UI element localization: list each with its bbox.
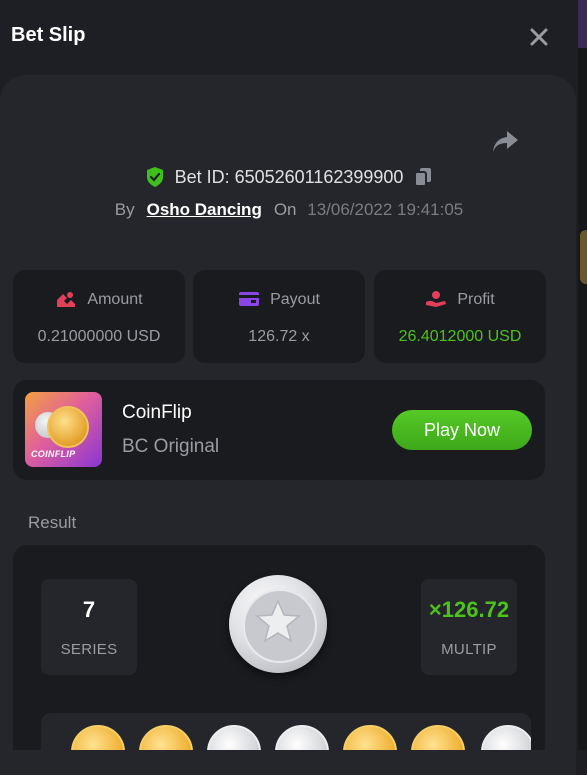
play-now-button[interactable]: Play Now — [392, 410, 532, 450]
profit-value: 26.4012000 USD — [398, 328, 522, 345]
series-coin — [481, 725, 531, 750]
user-link[interactable]: Osho Dancing — [147, 200, 262, 219]
background-page-edge — [578, 0, 587, 750]
coin-series-strip — [41, 713, 531, 750]
series-box: 7 SERIES — [41, 579, 137, 675]
payout-card: Payout 126.72 x — [193, 270, 365, 363]
verified-shield-icon — [146, 167, 163, 187]
game-thumbnail[interactable]: COINFLIP — [25, 392, 102, 467]
series-coin — [139, 725, 193, 750]
multiplier-label: MULTIP — [441, 641, 497, 658]
close-button[interactable] — [524, 22, 554, 52]
profit-icon — [426, 291, 447, 307]
profit-label-row: Profit — [374, 290, 546, 309]
series-coin — [71, 725, 125, 750]
profit-card: Profit 26.4012000 USD — [374, 270, 546, 363]
game-subtitle: BC Original — [122, 436, 220, 457]
payout-label-row: Payout — [193, 290, 365, 309]
by-label: By — [114, 200, 135, 219]
bet-id-row: Bet ID: 65052601162399900 — [0, 166, 578, 193]
on-label: On — [273, 200, 297, 219]
star-icon — [255, 599, 301, 643]
game-name: CoinFlip — [122, 402, 192, 423]
series-coin — [343, 725, 397, 750]
game-card: COINFLIP CoinFlip BC Original Play Now — [13, 380, 545, 480]
thumbnail-logo-text: COINFLIP — [31, 449, 76, 459]
payout-label: Payout — [270, 291, 320, 308]
background-page-fragment — [578, 0, 587, 48]
bet-byline: By Osho Dancing On 13/06/2022 19:41:05 — [0, 200, 578, 220]
series-coin — [275, 725, 329, 750]
bet-datetime: 13/06/2022 19:41:05 — [307, 200, 464, 219]
close-icon — [530, 28, 548, 46]
share-button[interactable] — [490, 128, 520, 156]
multiplier-value: ×126.72 — [428, 597, 510, 622]
series-value: 7 — [82, 597, 96, 622]
series-coin — [411, 725, 465, 750]
series-label: SERIES — [60, 641, 118, 658]
gold-coin-graphic — [47, 406, 89, 448]
copy-icon — [414, 168, 432, 187]
bet-id-text: Bet ID: 65052601162399900 — [174, 166, 404, 187]
background-page-fragment — [580, 230, 587, 284]
result-panel: 7 SERIES ×126.72 MULTIP — [13, 545, 545, 750]
profit-label: Profit — [457, 291, 495, 308]
share-icon — [493, 131, 518, 152]
multiplier-box: ×126.72 MULTIP — [421, 579, 517, 675]
result-heading: Result — [28, 513, 77, 532]
result-coin — [229, 575, 327, 673]
amount-label-row: Amount — [13, 290, 185, 309]
payout-value: 126.72 x — [248, 328, 310, 345]
amount-value: 0.21000000 USD — [37, 328, 161, 345]
bet-slip-header: Bet Slip — [0, 0, 578, 72]
copy-button[interactable] — [413, 166, 433, 188]
series-coin — [207, 725, 261, 750]
amount-card: Amount 0.21000000 USD — [13, 270, 185, 363]
amount-icon — [57, 292, 76, 307]
amount-label: Amount — [87, 291, 143, 308]
page-title: Bet Slip — [11, 24, 86, 46]
payout-icon — [239, 292, 260, 306]
